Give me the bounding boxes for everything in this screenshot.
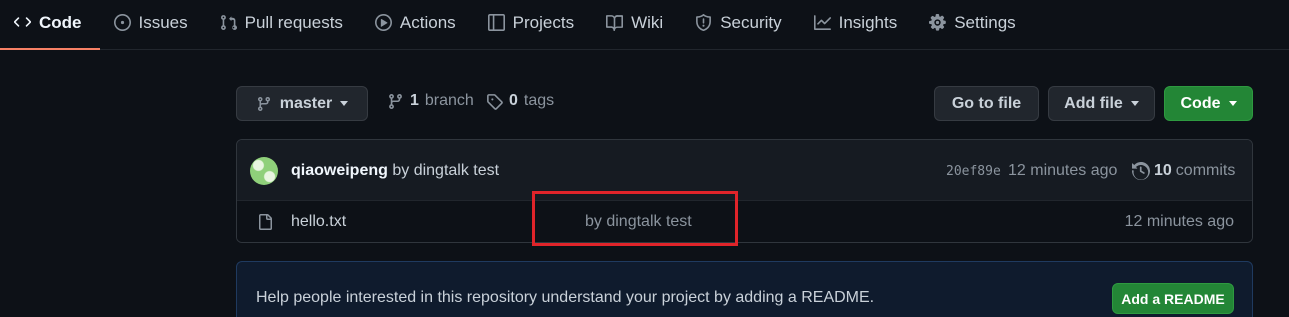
chevron-down-icon	[1130, 101, 1139, 106]
tab-label: Security	[720, 12, 782, 32]
pull-request-icon	[220, 15, 237, 30]
chevron-down-icon	[340, 101, 349, 106]
shield-icon	[696, 14, 712, 31]
tag-count: 0	[509, 92, 518, 109]
tab-insights[interactable]: Insights	[800, 0, 916, 49]
tab-actions[interactable]: Actions	[361, 0, 474, 49]
tab-issues[interactable]: Issues	[100, 0, 206, 49]
branch-label: branch	[424, 92, 474, 109]
add-readme-button[interactable]: Add a README	[1112, 283, 1234, 314]
tag-icon	[487, 93, 503, 110]
tab-label: Settings	[954, 12, 1016, 32]
table-icon	[487, 14, 505, 31]
book-icon	[606, 15, 624, 31]
branch-icon	[389, 93, 402, 109]
repo-tabs: Code Issues Pull requests Actions Projec…	[0, 0, 1289, 50]
avatar[interactable]	[250, 157, 278, 185]
tab-label: Pull requests	[244, 12, 343, 32]
tab-label: Projects	[512, 12, 575, 32]
file-commit-message[interactable]: by dingtalk test	[585, 213, 692, 231]
chevron-down-icon	[1228, 101, 1237, 106]
go-to-file-label: Go to file	[951, 94, 1022, 112]
add-file-button[interactable]: Add file	[1048, 86, 1155, 121]
file-icon	[259, 214, 272, 230]
code-icon	[14, 17, 31, 27]
tab-pull-requests[interactable]: Pull requests	[206, 0, 361, 49]
history-icon	[1132, 162, 1150, 180]
graph-icon	[813, 15, 831, 30]
commits-count: 10	[1154, 162, 1172, 179]
readme-prompt: Help people interested in this repositor…	[236, 261, 1253, 317]
tab-label: Actions	[399, 12, 456, 32]
branch-name: master	[279, 94, 333, 112]
tab-code[interactable]: Code	[0, 0, 100, 50]
branch-icon	[257, 96, 270, 111]
tags-link[interactable]: 0 tags	[486, 92, 554, 110]
tab-label: Wiki	[631, 12, 664, 32]
latest-commit-summary: qiaoweipeng by dingtalk test	[291, 162, 499, 180]
commit-sha[interactable]: 20ef89e	[946, 164, 1001, 179]
latest-commit-row: qiaoweipeng by dingtalk test 20ef89e 12 …	[237, 140, 1252, 201]
code-button[interactable]: Code	[1164, 86, 1253, 121]
file-age: 12 minutes ago	[1124, 213, 1234, 230]
branch-count: 1	[410, 92, 419, 109]
file-listing: qiaoweipeng by dingtalk test 20ef89e 12 …	[236, 139, 1253, 243]
play-icon	[374, 14, 392, 31]
commit-author[interactable]: qiaoweipeng	[291, 162, 388, 179]
code-button-label: Code	[1180, 94, 1221, 112]
tab-settings[interactable]: Settings	[915, 0, 1033, 49]
issue-icon	[113, 14, 131, 31]
tab-security[interactable]: Security	[681, 0, 799, 49]
readme-prompt-text: Help people interested in this repositor…	[256, 289, 875, 306]
go-to-file-button[interactable]: Go to file	[934, 86, 1039, 121]
tab-projects[interactable]: Projects	[474, 0, 592, 49]
branches-link[interactable]: 1 branch	[387, 92, 474, 110]
tab-label: Code	[39, 12, 82, 32]
tag-label: tags	[523, 92, 555, 109]
tab-wiki[interactable]: Wiki	[592, 0, 681, 49]
branch-select-button[interactable]: master	[236, 86, 368, 121]
add-file-label: Add file	[1064, 94, 1123, 112]
commits-label: commits	[1175, 162, 1236, 179]
gear-icon	[929, 14, 947, 31]
commit-age: 12 minutes ago	[1008, 162, 1118, 179]
commits-link[interactable]: 10 commits	[1132, 162, 1235, 180]
file-row: hello.txt by dingtalk test 12 minutes ag…	[237, 201, 1252, 242]
tab-label: Issues	[138, 12, 188, 32]
file-name-link[interactable]: hello.txt	[291, 213, 346, 231]
commit-message[interactable]: by dingtalk test	[392, 162, 499, 179]
tab-label: Insights	[838, 12, 898, 32]
